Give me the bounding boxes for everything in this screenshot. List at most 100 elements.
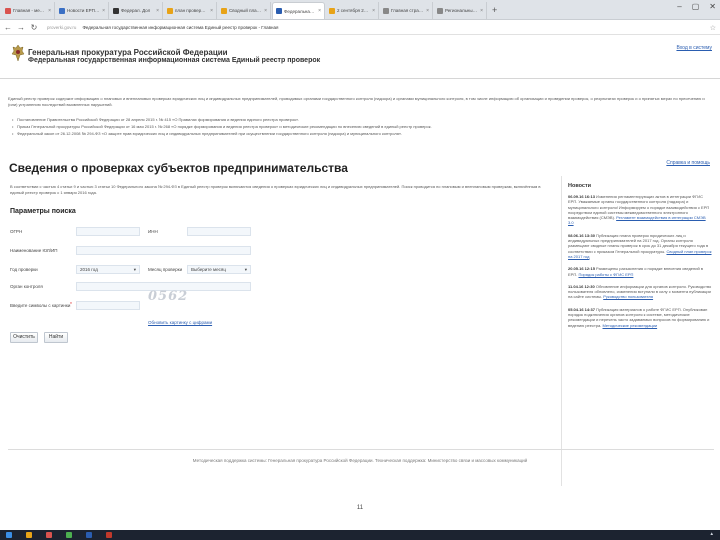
minimize-button[interactable]: – bbox=[677, 2, 681, 11]
captcha-image: 0562 bbox=[148, 289, 189, 304]
inn-field[interactable] bbox=[187, 227, 251, 236]
browser-tab-bar: Главная - медиа центр×Новости ЕРП Ф.ло 2… bbox=[0, 0, 720, 20]
tab-favicon-icon bbox=[5, 7, 11, 14]
tab-close-icon[interactable]: × bbox=[426, 8, 429, 14]
tab-label: 2 сентября 2016 года Госу bbox=[337, 8, 370, 13]
chevron-down-icon: ▾ bbox=[244, 267, 247, 272]
browser-icon[interactable] bbox=[46, 532, 52, 538]
header-divider bbox=[0, 78, 720, 79]
search-button[interactable]: Найти bbox=[44, 332, 68, 343]
year-select[interactable]: 2016 год ▾ bbox=[76, 265, 140, 274]
reload-icon[interactable]: ↻ bbox=[30, 23, 38, 32]
ogrn-field[interactable] bbox=[76, 227, 140, 236]
word-icon[interactable] bbox=[86, 532, 92, 538]
url-field[interactable]: proverki.gov.ru Федеральная государствен… bbox=[43, 23, 705, 33]
list-item: Постановление Правительства Российской Ф… bbox=[12, 117, 714, 123]
tab-label: Главная - медиа центр bbox=[13, 8, 47, 13]
tab-favicon-icon bbox=[167, 7, 173, 14]
tab-label: Федеральная государств. bbox=[284, 8, 316, 14]
captcha-input[interactable] bbox=[76, 301, 140, 310]
news-item: 11.04.16 12:30 Обновление информации для… bbox=[568, 284, 712, 300]
tab-label: Сводный план проверок bbox=[229, 8, 262, 13]
required-mark: * bbox=[70, 302, 72, 308]
forward-icon[interactable]: → bbox=[17, 23, 25, 32]
close-window-button[interactable]: ✕ bbox=[709, 2, 716, 11]
page-content: Генеральная прокуратура Российской Федер… bbox=[0, 36, 720, 502]
powerpoint-icon[interactable] bbox=[106, 532, 112, 538]
emblem-icon bbox=[11, 44, 25, 62]
system-tray: ▲ bbox=[709, 531, 714, 536]
news-date: 06.09.16 16:13 bbox=[568, 194, 595, 199]
tab-close-icon[interactable]: × bbox=[480, 8, 483, 14]
tab-close-icon[interactable]: × bbox=[156, 8, 159, 14]
tab-favicon-icon bbox=[383, 7, 389, 14]
tab-favicon-icon bbox=[59, 7, 65, 14]
tab-favicon-icon bbox=[437, 7, 443, 14]
app-icon[interactable] bbox=[66, 532, 72, 538]
month-select-value: Выберите месяц bbox=[191, 267, 226, 272]
browser-tab[interactable]: Главная - медиа центр× bbox=[2, 2, 55, 19]
address-bar: ← → ↻ proverki.gov.ru Федеральная госуда… bbox=[0, 21, 720, 35]
tab-close-icon[interactable]: × bbox=[318, 8, 321, 14]
folder-icon[interactable] bbox=[26, 532, 32, 538]
search-params-title: Параметры поиска bbox=[10, 208, 76, 215]
tab-close-icon[interactable]: × bbox=[372, 8, 375, 14]
tab-close-icon[interactable]: × bbox=[210, 8, 213, 14]
login-link[interactable]: Вход в систему bbox=[676, 45, 712, 51]
bookmark-star-icon[interactable]: ☆ bbox=[710, 24, 716, 32]
tab-label: Главная страница | Госуд. bbox=[391, 8, 424, 13]
url-site: proverki.gov.ru bbox=[47, 25, 77, 30]
maximize-button[interactable]: ▢ bbox=[692, 2, 700, 11]
browser-tab[interactable]: Новости ЕРП Ф.ло 2020× bbox=[56, 2, 109, 19]
tab-label: план проверок юр. лиц bbox=[175, 8, 208, 13]
year-label: Год проверки bbox=[10, 267, 38, 272]
browser-tab[interactable]: план проверок юр. лиц× bbox=[164, 2, 217, 19]
site-subtitle: Федеральная государственная информационн… bbox=[28, 57, 321, 64]
browser-tab[interactable]: Сводный план проверок× bbox=[218, 2, 271, 19]
news-title: Новости bbox=[568, 183, 592, 189]
news-link[interactable]: Порядок работы с ФГИС ЕРП bbox=[578, 272, 633, 277]
start-icon[interactable] bbox=[6, 532, 12, 538]
month-select[interactable]: Выберите месяц ▾ bbox=[187, 265, 251, 274]
browser-tab[interactable]: 2 сентября 2016 года Госу× bbox=[326, 2, 379, 19]
news-item: 06.09.16 16:13 Изменения регламентирующи… bbox=[568, 194, 712, 226]
news-date: 08.06.16 13:30 bbox=[568, 232, 595, 238]
footer-text: Методическая поддержка системы: Генераль… bbox=[192, 458, 528, 463]
news-link[interactable]: Руководство пользователя bbox=[603, 294, 653, 299]
news-link[interactable]: Методические рекомендации bbox=[603, 323, 658, 328]
name-field[interactable] bbox=[76, 246, 251, 255]
tab-favicon-icon bbox=[276, 8, 282, 14]
back-icon[interactable]: ← bbox=[4, 23, 12, 32]
slide-number: 11 bbox=[356, 505, 364, 511]
tab-favicon-icon bbox=[221, 7, 227, 14]
browser-tab[interactable]: Главная страница | Госуд.× bbox=[380, 2, 433, 19]
control-body-label: Орган контроля bbox=[10, 284, 43, 289]
browser-tab[interactable]: Федеральная государств.× bbox=[272, 2, 325, 19]
tab-label: Федерал. Дол bbox=[121, 8, 151, 13]
month-label: Месяц проверки bbox=[148, 267, 183, 272]
name-label: Наименование ЮЛ/ИП bbox=[10, 248, 58, 253]
refresh-captcha-link[interactable]: Обновить картинку с цифрами bbox=[148, 320, 212, 325]
ogrn-label: ОГРН bbox=[10, 229, 23, 234]
help-link[interactable]: Справка и помощь bbox=[666, 160, 710, 166]
year-select-value: 2016 год bbox=[80, 267, 98, 272]
news-list: 06.09.16 16:13 Изменения регламентирующи… bbox=[568, 194, 712, 335]
os-taskbar: ▲ bbox=[0, 530, 720, 540]
browser-tab[interactable]: Федерал. Дол × bbox=[110, 2, 163, 19]
tab-close-icon[interactable]: × bbox=[48, 8, 51, 14]
new-tab-button[interactable]: + bbox=[492, 2, 497, 19]
footer-divider bbox=[8, 449, 714, 450]
tab-close-icon[interactable]: × bbox=[102, 8, 105, 14]
tab-favicon-icon bbox=[329, 7, 335, 14]
news-date: 05.04.16 14:37 bbox=[568, 306, 595, 312]
news-item: 05.04.16 14:37 Публикация материалов о р… bbox=[568, 307, 712, 328]
tab-close-icon[interactable]: × bbox=[264, 8, 267, 14]
captcha-label: Введите символы с картинки bbox=[10, 303, 71, 308]
browser-tab[interactable]: Региональный план от 21× bbox=[434, 2, 487, 19]
window-controls: – ▢ ✕ bbox=[677, 2, 716, 11]
chevron-down-icon: ▾ bbox=[133, 267, 136, 272]
news-date: 11.04.16 12:30 bbox=[568, 283, 595, 289]
clear-button[interactable]: Очистить bbox=[10, 332, 38, 343]
legal-note: В соответствии с частью 4 статьи 9 и час… bbox=[10, 184, 541, 195]
news-item: 20.05.16 12:15 Размещены разъяснения о п… bbox=[568, 266, 712, 277]
